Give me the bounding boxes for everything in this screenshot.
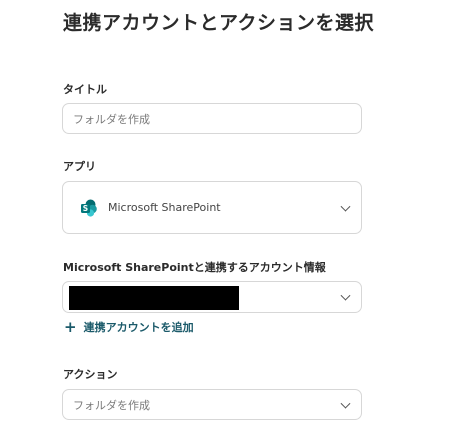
app-select-value: Microsoft SharePoint [108,201,221,214]
chevron-down-icon [340,201,351,212]
page-title: 連携アカウントとアクションを選択 [63,12,375,34]
action-select[interactable]: フォルダを作成 [62,389,362,420]
title-field-label: タイトル [63,83,107,96]
action-field-label: アクション [63,368,118,381]
sharepoint-icon: S [81,199,97,217]
redacted-account [69,286,239,310]
plus-icon: + [64,317,77,336]
chevron-down-icon [340,290,351,301]
add-account-link[interactable]: + 連携アカウントを追加 [64,319,194,335]
app-field-label: アプリ [63,160,96,173]
account-field-label: Microsoft SharePointと連携するアカウント情報 [63,261,326,274]
account-select[interactable] [62,281,362,313]
page: 連携アカウントとアクションを選択 タイトル フォルダを作成 アプリ S Micr… [0,0,462,446]
svg-text:S: S [83,204,88,213]
title-input[interactable]: フォルダを作成 [62,103,362,134]
title-input-value: フォルダを作成 [73,112,150,126]
chevron-down-icon [340,398,351,409]
add-account-label: 連携アカウントを追加 [83,321,194,334]
action-select-value: フォルダを作成 [73,398,150,412]
app-select[interactable]: S Microsoft SharePoint [62,181,362,234]
